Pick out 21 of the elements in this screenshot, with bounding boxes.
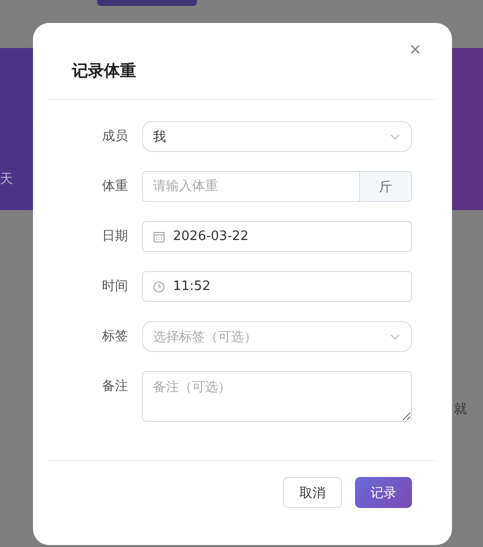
background-text: 就 <box>454 401 468 418</box>
time-picker-field[interactable]: 11:52 <box>142 271 412 302</box>
field-label: 备注 <box>101 378 128 396</box>
field-label: 体重 <box>101 178 128 196</box>
calendar-icon <box>153 230 165 242</box>
cancel-button[interactable]: 取消 <box>283 477 342 508</box>
notes-field[interactable]: 备注（可选） <box>142 371 412 422</box>
field-label: 日期 <box>101 228 128 246</box>
header-button[interactable] <box>97 0 197 6</box>
close-button[interactable]: × <box>409 40 421 60</box>
unit-addon: 斤 <box>359 171 412 202</box>
field-label: 时间 <box>101 278 128 296</box>
dialog-title: 记录体重 <box>72 60 136 82</box>
clock-icon <box>153 280 165 292</box>
field-label: 成员 <box>101 128 128 146</box>
select-field[interactable]: 我 <box>142 121 412 152</box>
background-text: 天 <box>0 171 13 188</box>
weight-input-field[interactable]: 请输入体重 <box>142 171 359 202</box>
record-button[interactable]: 记录 <box>355 477 412 508</box>
date-picker-field[interactable]: 2026-03-22 <box>142 221 412 252</box>
field-label: 标签 <box>101 328 128 346</box>
